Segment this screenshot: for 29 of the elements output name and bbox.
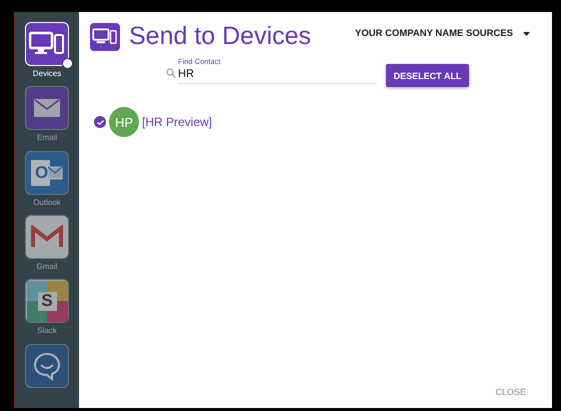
sidebar-label: Outlook bbox=[33, 198, 61, 207]
find-contact-field[interactable]: HR bbox=[178, 66, 376, 84]
chat-bubble-icon bbox=[32, 350, 62, 381]
check-icon[interactable] bbox=[94, 116, 106, 128]
envelope-icon bbox=[30, 158, 64, 187]
contact-avatar: HP bbox=[108, 106, 140, 138]
sidebar-label: Devices bbox=[32, 69, 62, 78]
selected-dot-icon bbox=[62, 58, 73, 69]
sidebar-tile[interactable] bbox=[25, 214, 69, 259]
envelope-icon bbox=[31, 224, 63, 249]
contact-name[interactable]: [HR Preview] bbox=[142, 115, 212, 129]
sidebar-label: Email bbox=[36, 133, 57, 142]
source-dropdown[interactable]: YOUR COMPANY NAME SOURCES bbox=[353, 26, 532, 41]
grid-icon bbox=[26, 280, 68, 322]
devices-icon bbox=[90, 22, 120, 50]
sidebar-label: Gmail bbox=[36, 262, 58, 271]
sidebar-tile[interactable]: S bbox=[25, 279, 69, 324]
sidebar-tile[interactable] bbox=[25, 344, 69, 388]
devices-icon bbox=[29, 31, 65, 57]
outlook-letter: O bbox=[35, 162, 48, 183]
envelope-icon bbox=[34, 99, 60, 118]
page-title: Send to Devices bbox=[129, 22, 312, 51]
deselect-all-button[interactable]: DESELECT ALL bbox=[386, 64, 469, 87]
sidebar-label: Slack bbox=[37, 326, 57, 336]
search-icon bbox=[166, 68, 176, 78]
close-button[interactable]: CLOSE bbox=[489, 386, 532, 398]
slack-letter: S bbox=[41, 291, 53, 312]
caret-icon bbox=[523, 32, 530, 36]
sidebar-tile[interactable] bbox=[25, 86, 69, 130]
